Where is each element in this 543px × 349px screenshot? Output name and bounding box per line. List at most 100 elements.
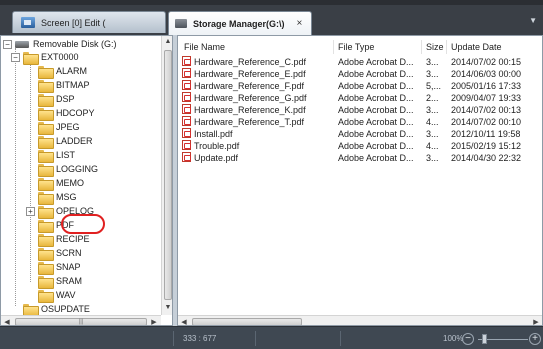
column-header-size[interactable]: Size [426,40,444,54]
tree-vscroll-thumb[interactable] [164,50,172,300]
file-name-cell: Hardware_Reference_C.pdf [182,56,332,68]
tree-node-label: MSG [56,192,77,202]
column-divider[interactable] [446,40,447,54]
tree-node-removable-disk[interactable]: − Removable Disk (G:) [3,38,117,50]
tree-node-label: SCRN [56,248,82,258]
file-date: 2012/10/11 19:58 [451,129,521,139]
folder-icon [38,149,54,163]
scroll-left-icon[interactable]: ◀ [178,318,190,325]
column-divider[interactable] [421,40,422,54]
column-header-file-type[interactable]: File Type [338,40,374,54]
scroll-right-icon[interactable]: ▶ [148,318,160,325]
file-row[interactable]: Update.pdf Adobe Acrobat D... 3... 2014/… [178,152,542,164]
file-row[interactable]: Hardware_Reference_E.pdf Adobe Acrobat D… [178,68,542,80]
folder-icon [38,121,54,135]
column-header-update-date[interactable]: Update Date [451,40,502,54]
tree-node-label: BITMAP [56,80,90,90]
tree-node-label: LIST [56,150,76,160]
file-size: 2... [426,93,439,103]
file-name-cell: Trouble.pdf [182,140,332,152]
zoom-in-icon[interactable]: + [529,333,541,345]
status-divider [255,331,256,346]
file-row[interactable]: Hardware_Reference_T.pdf Adobe Acrobat D… [178,116,542,128]
file-name: Hardware_Reference_F.pdf [194,81,305,91]
tab-storage-manager[interactable]: Storage Manager(G:\) × [168,11,312,35]
removable-disk-icon [15,40,29,48]
file-size: 3... [426,105,439,115]
folder-icon [38,163,54,177]
collapse-icon[interactable]: − [3,39,12,49]
close-tab-icon[interactable]: × [297,18,303,29]
file-date: 2005/01/16 17:33 [451,81,522,91]
column-divider[interactable] [333,40,334,54]
expand-icon[interactable]: + [26,206,35,216]
file-row[interactable]: Trouble.pdf Adobe Acrobat D... 4... 2015… [178,140,542,152]
tree-node-hdcopy[interactable]: HDCOPY [38,107,95,121]
pdf-file-icon [182,152,191,162]
zoom-out-icon[interactable]: − [462,333,474,345]
status-bar: 333 : 677 100% − + [0,326,543,349]
tree-node-recipe[interactable]: RECIPE [38,233,90,247]
tree-node-snap[interactable]: SNAP [38,261,81,275]
file-row[interactable]: Hardware_Reference_K.pdf Adobe Acrobat D… [178,104,542,116]
pdf-file-icon [182,128,191,138]
tree-node-jpeg[interactable]: JPEG [38,121,80,135]
column-header-file-name[interactable]: File Name [184,40,225,54]
tree-node-memo[interactable]: MEMO [38,177,84,191]
file-row[interactable]: Hardware_Reference_F.pdf Adobe Acrobat D… [178,80,542,92]
file-size: 4... [426,117,439,127]
scroll-right-icon[interactable]: ▶ [530,318,542,325]
tab-screen-edit[interactable]: Screen [0] Edit ( [12,11,166,33]
tree-node-sram[interactable]: SRAM [38,275,83,289]
tab-screen-edit-label: Screen [0] Edit ( [41,17,106,28]
tree-hscroll-thumb[interactable]: ||| [15,318,147,325]
tree-node-alarm[interactable]: ALARM [38,65,87,79]
collapse-icon[interactable]: − [11,52,20,62]
tree-node-msg[interactable]: MSG [38,191,77,205]
folder-icon [38,219,54,233]
tree-node-bitmap[interactable]: BITMAP [38,79,90,93]
scroll-left-icon[interactable]: ◀ [1,318,13,325]
tree-node-ext0000[interactable]: − EXT0000 [11,51,79,65]
pdf-file-icon [182,140,191,150]
pdf-file-icon [182,116,191,126]
file-name: Install.pdf [194,129,233,139]
tab-list-dropdown-icon[interactable]: ▼ [529,16,537,25]
document-tab-strip: Screen [0] Edit ( Storage Manager(G:\) ×… [0,0,543,35]
file-date: 2014/07/02 00:10 [451,117,522,127]
file-name-cell: Install.pdf [182,128,332,140]
tree-node-list[interactable]: LIST [38,149,76,163]
file-list-horizontal-scrollbar[interactable]: ◀ ▶ [178,315,542,325]
pdf-file-icon [182,104,191,114]
folder-icon [38,107,54,121]
folder-icon [38,135,54,149]
file-date: 2014/06/03 00:00 [451,69,522,79]
tree-node-logging[interactable]: LOGGING [38,163,98,177]
file-row[interactable]: Install.pdf Adobe Acrobat D... 3... 2012… [178,128,542,140]
scroll-down-icon[interactable]: ▼ [162,304,172,311]
file-list-hscroll-thumb[interactable] [192,318,302,325]
tree-node-label: SRAM [56,276,83,286]
folder-icon [38,79,54,93]
tree-node-osupdate[interactable]: OSUPDATE [23,303,90,317]
scroll-up-icon[interactable]: ▲ [162,38,172,45]
file-size: 3... [426,69,439,79]
file-date: 2009/04/07 19:33 [451,93,522,103]
file-name: Update.pdf [194,153,239,163]
file-type: Adobe Acrobat D... [338,105,414,115]
file-name-cell: Hardware_Reference_E.pdf [182,68,332,80]
tree-node-scrn[interactable]: SCRN [38,247,82,261]
tree-vertical-scrollbar[interactable]: ▲ ▼ [161,36,172,315]
tree-node-wav[interactable]: WAV [38,289,76,303]
tree-node-ladder[interactable]: LADDER [38,135,93,149]
file-name: Hardware_Reference_C.pdf [194,57,307,67]
tree-horizontal-scrollbar[interactable]: ◀ ||| ▶ [1,315,161,325]
file-name-cell: Update.pdf [182,152,332,164]
file-row[interactable]: Hardware_Reference_C.pdf Adobe Acrobat D… [178,56,542,68]
zoom-slider-thumb[interactable] [482,334,487,344]
tree-node-dsp[interactable]: DSP [38,93,75,107]
file-name: Hardware_Reference_T.pdf [194,117,305,127]
folder-icon [38,205,54,219]
file-row[interactable]: Hardware_Reference_G.pdf Adobe Acrobat D… [178,92,542,104]
tree-node-label: RECIPE [56,234,90,244]
